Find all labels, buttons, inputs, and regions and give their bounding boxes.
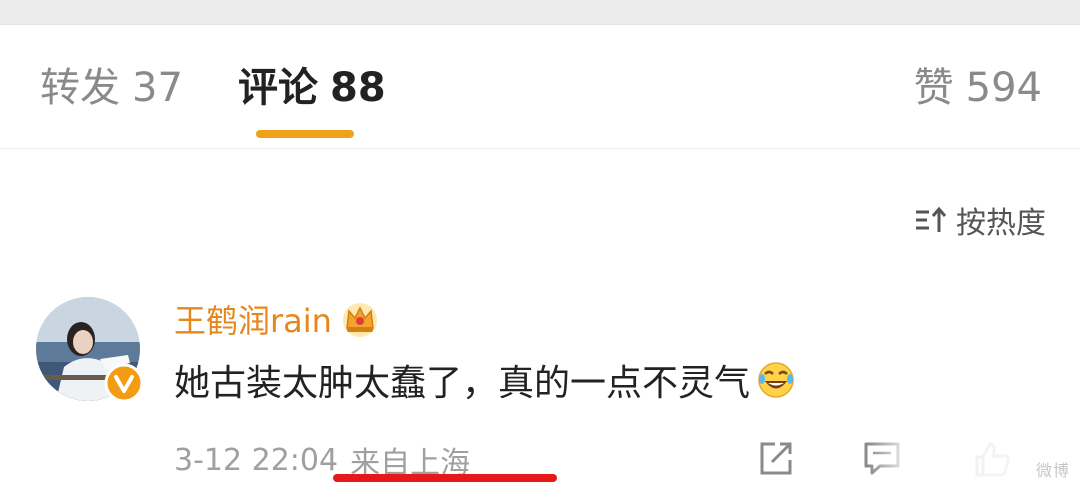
comment-body: 她古装太肿太蠢了，真的一点不灵气 [174,363,751,404]
tab-reposts[interactable]: 转发 37 [40,62,183,114]
tab-comments-count: 88 [330,65,386,111]
location-highlight-mark [333,474,557,482]
comment-timestamp: 3-12 22:04 [174,442,339,478]
sort-icon [916,206,947,232]
tab-reposts-count: 37 [132,65,183,111]
avatar[interactable] [36,297,144,403]
sort-by-hot-button[interactable]: 按热度 [914,198,1046,242]
verified-badge-icon [104,363,144,403]
tab-comments-label: 评论 [238,65,318,111]
tab-likes-count: 594 [965,65,1042,111]
watermark: 微博 [868,442,1080,495]
share-icon[interactable] [757,440,795,478]
tab-likes-label: 赞 [913,65,954,111]
laugh-cry-emoji-icon [758,362,794,398]
username[interactable]: 王鹤润rain [174,296,332,342]
comment-text: 她古装太肿太蠢了，真的一点不灵气 [174,352,796,408]
tab-comments[interactable]: 评论 88 [238,62,386,114]
sort-label: 按热度 [956,206,1046,241]
top-bar-strip [0,0,1080,25]
tabs-divider [0,148,1080,149]
active-tab-indicator [256,130,354,138]
comment-header: 王鹤润rain [174,296,380,342]
watermark-text: 微博 [1035,460,1070,480]
crown-icon [342,303,377,337]
tab-reposts-label: 转发 [40,65,120,111]
tab-likes[interactable]: 赞 594 [914,62,1042,114]
